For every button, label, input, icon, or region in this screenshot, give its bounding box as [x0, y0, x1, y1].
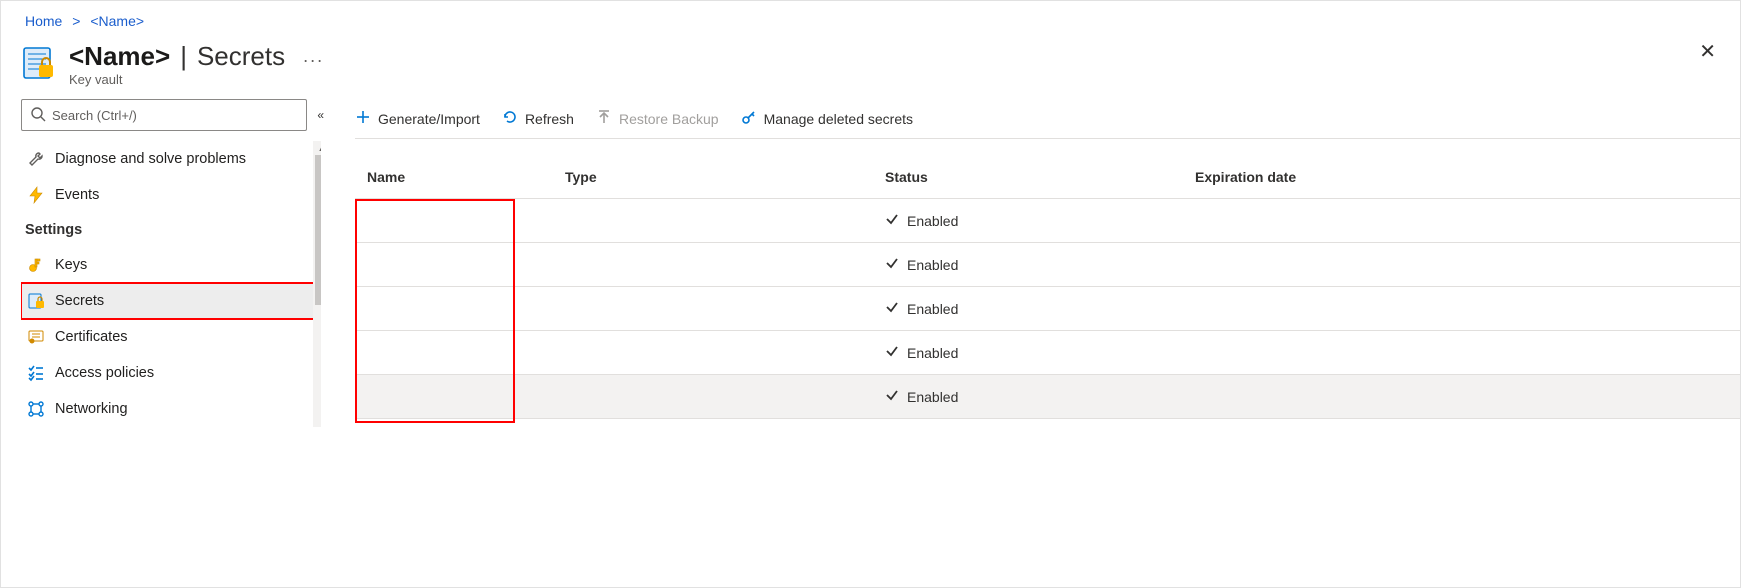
sidebar-item-label: Diagnose and solve problems	[55, 151, 246, 167]
cell-status: Enabled	[885, 300, 1195, 317]
main-content: Generate/Import Refresh Restore Backup	[321, 99, 1740, 575]
sidebar-item-networking[interactable]: Networking	[21, 391, 321, 427]
breadcrumb-separator: >	[66, 13, 86, 29]
sidebar: « Diagnose and solve problemsEvents Sett…	[1, 99, 321, 575]
generate-import-label: Generate/Import	[378, 111, 480, 127]
network-icon	[27, 400, 45, 418]
sidebar-nav: Diagnose and solve problems Events Settin…	[21, 141, 321, 427]
col-header-status[interactable]: Status	[885, 169, 1195, 185]
sidebar-item-diagnose-and-solve-problems[interactable]: Diagnose and solve problems	[21, 141, 321, 177]
wrench-icon	[27, 150, 45, 168]
close-icon[interactable]: ✕	[1699, 39, 1716, 64]
sidebar-item-label: Events	[55, 187, 99, 203]
table-row[interactable]: Enabled	[355, 287, 1740, 331]
plus-icon	[355, 109, 371, 128]
sidebar-item-certificates[interactable]: Certificates	[21, 319, 321, 355]
secrets-icon	[27, 292, 45, 310]
page-title-name: <Name>	[69, 41, 170, 72]
check-icon	[885, 300, 899, 317]
sidebar-item-label: Keys	[55, 257, 87, 273]
key-icon	[27, 256, 45, 274]
sidebar-item-label: Access policies	[55, 365, 154, 381]
sidebar-item-keys[interactable]: Keys	[21, 247, 321, 283]
sidebar-item-events[interactable]: Events	[21, 177, 321, 213]
breadcrumb-home[interactable]: Home	[25, 13, 62, 29]
generate-import-button[interactable]: Generate/Import	[355, 109, 480, 128]
sidebar-item-access-policies[interactable]: Access policies	[21, 355, 321, 391]
manage-deleted-button[interactable]: Manage deleted secrets	[741, 109, 913, 128]
sidebar-scrollbar[interactable]: ▲	[313, 141, 321, 427]
more-actions-icon[interactable]: ...	[303, 46, 324, 67]
secrets-table: Name Type Status Expiration date Enabled…	[355, 139, 1740, 419]
settings-heading: Settings	[21, 213, 321, 247]
sidebar-item-secrets[interactable]: Secrets	[21, 283, 321, 319]
cell-status: Enabled	[885, 388, 1195, 405]
cell-status: Enabled	[885, 344, 1195, 361]
table-row[interactable]: Enabled	[355, 199, 1740, 243]
manage-deleted-icon	[741, 109, 757, 128]
scrollbar-up-icon[interactable]: ▲	[313, 141, 321, 155]
breadcrumb: Home > <Name>	[1, 1, 1740, 35]
manage-deleted-label: Manage deleted secrets	[764, 111, 913, 127]
list-icon	[27, 364, 45, 382]
table-row[interactable]: Enabled	[355, 331, 1740, 375]
cert-icon	[27, 328, 45, 346]
restore-backup-label: Restore Backup	[619, 111, 719, 127]
status-label: Enabled	[907, 213, 958, 229]
sidebar-search[interactable]	[21, 99, 307, 131]
status-label: Enabled	[907, 345, 958, 361]
table-row[interactable]: Enabled	[355, 243, 1740, 287]
upload-icon	[596, 109, 612, 128]
title-separator: |	[180, 41, 187, 72]
search-icon	[30, 106, 52, 125]
refresh-label: Refresh	[525, 111, 574, 127]
cell-status: Enabled	[885, 212, 1195, 229]
scrollbar-thumb[interactable]	[315, 155, 321, 305]
restore-backup-button: Restore Backup	[596, 109, 719, 128]
keyvault-icon	[21, 45, 57, 81]
toolbar: Generate/Import Refresh Restore Backup	[355, 99, 1740, 139]
page-title-section: Secrets	[197, 41, 285, 72]
table-header-row: Name Type Status Expiration date	[355, 155, 1740, 199]
bolt-icon	[27, 186, 45, 204]
col-header-name[interactable]: Name	[355, 169, 565, 185]
refresh-button[interactable]: Refresh	[502, 109, 574, 128]
page-subtitle: Key vault	[69, 72, 324, 87]
check-icon	[885, 344, 899, 361]
status-label: Enabled	[907, 301, 958, 317]
check-icon	[885, 212, 899, 229]
sidebar-item-label: Networking	[55, 401, 128, 417]
check-icon	[885, 256, 899, 273]
table-row[interactable]: Enabled	[355, 375, 1740, 419]
breadcrumb-resource[interactable]: <Name>	[90, 13, 144, 29]
col-header-expiration[interactable]: Expiration date	[1195, 169, 1740, 185]
status-label: Enabled	[907, 257, 958, 273]
search-input[interactable]	[52, 108, 298, 123]
sidebar-item-label: Certificates	[55, 329, 128, 345]
check-icon	[885, 388, 899, 405]
sidebar-item-label: Secrets	[55, 293, 104, 309]
cell-status: Enabled	[885, 256, 1195, 273]
refresh-icon	[502, 109, 518, 128]
status-label: Enabled	[907, 389, 958, 405]
col-header-type[interactable]: Type	[565, 169, 885, 185]
page-header: <Name> | Secrets ... Key vault ✕	[1, 35, 1740, 99]
